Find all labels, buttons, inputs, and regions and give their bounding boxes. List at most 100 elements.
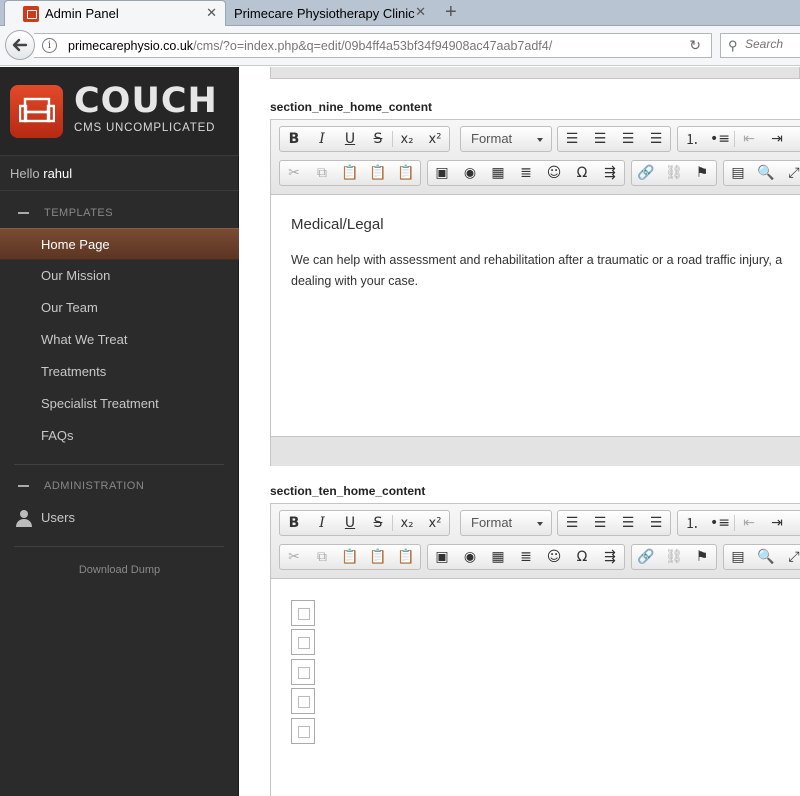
copy-icon[interactable]: ⧉ bbox=[308, 161, 336, 185]
table-icon[interactable]: ▦ bbox=[484, 161, 512, 185]
numbered-list-icon[interactable]: ⒈ bbox=[678, 511, 706, 535]
source-icon[interactable]: ▤ bbox=[724, 545, 752, 569]
flash-icon[interactable]: ◉ bbox=[456, 161, 484, 185]
paste-word-icon[interactable]: 📋 bbox=[392, 161, 420, 185]
search-box[interactable]: ⚲ bbox=[720, 33, 800, 58]
align-right-icon[interactable]: ☰ bbox=[614, 511, 642, 535]
new-tab-plus-icon[interactable]: + bbox=[445, 1, 457, 23]
browser-tab-bar: Admin Panel ✕ Primecare Physiotherapy Cl… bbox=[0, 0, 800, 26]
cut-icon[interactable]: ✂ bbox=[280, 161, 308, 185]
strikethrough-icon[interactable]: S bbox=[364, 127, 392, 151]
align-center-icon[interactable]: ☰ bbox=[586, 127, 614, 151]
cut-icon[interactable]: ✂ bbox=[280, 545, 308, 569]
templates-heading[interactable]: TEMPLATES bbox=[18, 207, 113, 219]
unlink-icon[interactable]: ⛓ bbox=[660, 161, 688, 185]
broken-image-icon[interactable] bbox=[291, 629, 315, 655]
align-center-icon[interactable]: ☰ bbox=[586, 511, 614, 535]
copy-icon[interactable]: ⧉ bbox=[308, 545, 336, 569]
align-justify-icon[interactable]: ☰ bbox=[642, 511, 670, 535]
horizontal-rule-icon[interactable]: ≣ bbox=[512, 545, 540, 569]
sidebar-item-treatments[interactable]: Treatments bbox=[0, 356, 239, 388]
sidebar-item-our-mission[interactable]: Our Mission bbox=[0, 260, 239, 292]
site-info-icon[interactable]: i bbox=[42, 38, 57, 53]
anchor-flag-icon[interactable]: ⚑ bbox=[688, 161, 716, 185]
horizontal-rule-icon[interactable]: ≣ bbox=[512, 161, 540, 185]
subscript-icon[interactable]: x₂ bbox=[393, 127, 421, 151]
format-dropdown[interactable]: Format bbox=[461, 511, 551, 535]
bulleted-list-icon[interactable]: •≡ bbox=[706, 511, 734, 535]
unlink-icon[interactable]: ⛓ bbox=[660, 545, 688, 569]
italic-icon[interactable]: I bbox=[308, 511, 336, 535]
broken-image-icon[interactable] bbox=[291, 600, 315, 626]
underline-icon[interactable]: U bbox=[336, 127, 364, 151]
url-bar[interactable]: i primecarephysio.co.uk/cms/?o=index.php… bbox=[34, 33, 712, 58]
maximize-icon[interactable]: ⤢ bbox=[780, 161, 800, 185]
broken-image-icon[interactable] bbox=[291, 718, 315, 744]
flash-icon[interactable]: ◉ bbox=[456, 545, 484, 569]
editor-content-area[interactable] bbox=[271, 580, 800, 796]
source-icon[interactable]: ▤ bbox=[724, 161, 752, 185]
administration-heading[interactable]: ADMINISTRATION bbox=[18, 480, 144, 492]
align-left-icon[interactable]: ☰ bbox=[558, 511, 586, 535]
align-right-icon[interactable]: ☰ bbox=[614, 127, 642, 151]
tab-close-icon[interactable]: ✕ bbox=[415, 4, 426, 20]
outdent-icon[interactable]: ⇤ bbox=[735, 127, 763, 151]
anchor-flag-icon[interactable]: ⚑ bbox=[688, 545, 716, 569]
sidebar-item-what-we-treat[interactable]: What We Treat bbox=[0, 324, 239, 356]
paste-text-icon[interactable]: 📋 bbox=[364, 545, 392, 569]
link-icon[interactable]: 🔗 bbox=[632, 161, 660, 185]
paste-text-icon[interactable]: 📋 bbox=[364, 161, 392, 185]
preview-icon[interactable]: 🔍 bbox=[752, 545, 780, 569]
subscript-icon[interactable]: x₂ bbox=[393, 511, 421, 535]
align-justify-icon[interactable]: ☰ bbox=[642, 127, 670, 151]
smiley-icon[interactable]: ☺ bbox=[540, 545, 568, 569]
sidebar-item-faqs[interactable]: FAQs bbox=[0, 420, 239, 452]
download-dump-link[interactable]: Download Dump bbox=[0, 564, 239, 576]
format-dropdown[interactable]: Format bbox=[461, 127, 551, 151]
search-input[interactable] bbox=[745, 37, 799, 51]
tab-admin-panel[interactable]: Admin Panel ✕ bbox=[4, 0, 226, 26]
bulleted-list-icon[interactable]: •≡ bbox=[706, 127, 734, 151]
page-break-icon[interactable]: ⇶ bbox=[596, 161, 624, 185]
smiley-icon[interactable]: ☺ bbox=[540, 161, 568, 185]
image-icon[interactable]: ▣ bbox=[428, 545, 456, 569]
maximize-icon[interactable]: ⤢ bbox=[780, 545, 800, 569]
paste-word-icon[interactable]: 📋 bbox=[392, 545, 420, 569]
reload-icon[interactable]: ↻ bbox=[689, 37, 701, 54]
special-char-icon[interactable]: Ω bbox=[568, 161, 596, 185]
editor-content-area[interactable]: Medical/Legal We can help with assessmen… bbox=[271, 196, 800, 436]
sidebar-item-our-team[interactable]: Our Team bbox=[0, 292, 239, 324]
username[interactable]: rahul bbox=[43, 166, 72, 181]
broken-image-icon[interactable] bbox=[291, 688, 315, 714]
tab-primecare[interactable]: Primecare Physiotherapy Clinic ✕ bbox=[228, 0, 434, 26]
indent-icon[interactable]: ⇥ bbox=[763, 511, 791, 535]
page-break-icon[interactable]: ⇶ bbox=[596, 545, 624, 569]
bold-icon[interactable]: B bbox=[280, 127, 308, 151]
image-icon[interactable]: ▣ bbox=[428, 161, 456, 185]
strikethrough-icon[interactable]: S bbox=[364, 511, 392, 535]
numbered-list-icon[interactable]: ⒈ bbox=[678, 127, 706, 151]
special-char-icon[interactable]: Ω bbox=[568, 545, 596, 569]
format-combo[interactable]: Format bbox=[460, 510, 552, 536]
sidebar-item-specialist-treatment[interactable]: Specialist Treatment bbox=[0, 388, 239, 420]
back-button[interactable] bbox=[5, 30, 35, 60]
table-icon[interactable]: ▦ bbox=[484, 545, 512, 569]
outdent-icon[interactable]: ⇤ bbox=[735, 511, 763, 535]
tab-close-icon[interactable]: ✕ bbox=[206, 5, 217, 21]
sidebar-item-users[interactable]: Users bbox=[0, 502, 239, 534]
bold-icon[interactable]: B bbox=[280, 511, 308, 535]
preview-icon[interactable]: 🔍 bbox=[752, 161, 780, 185]
indent-icon[interactable]: ⇥ bbox=[763, 127, 791, 151]
superscript-icon[interactable]: x² bbox=[421, 127, 449, 151]
italic-icon[interactable]: I bbox=[308, 127, 336, 151]
format-combo[interactable]: Format bbox=[460, 126, 552, 152]
link-icon[interactable]: 🔗 bbox=[632, 545, 660, 569]
align-left-icon[interactable]: ☰ bbox=[558, 127, 586, 151]
greeting-prefix: Hello bbox=[10, 166, 40, 181]
sidebar-item-home-page[interactable]: Home Page bbox=[0, 228, 239, 260]
paste-icon[interactable]: 📋 bbox=[336, 161, 364, 185]
broken-image-icon[interactable] bbox=[291, 659, 315, 685]
superscript-icon[interactable]: x² bbox=[421, 511, 449, 535]
underline-icon[interactable]: U bbox=[336, 511, 364, 535]
paste-icon[interactable]: 📋 bbox=[336, 545, 364, 569]
